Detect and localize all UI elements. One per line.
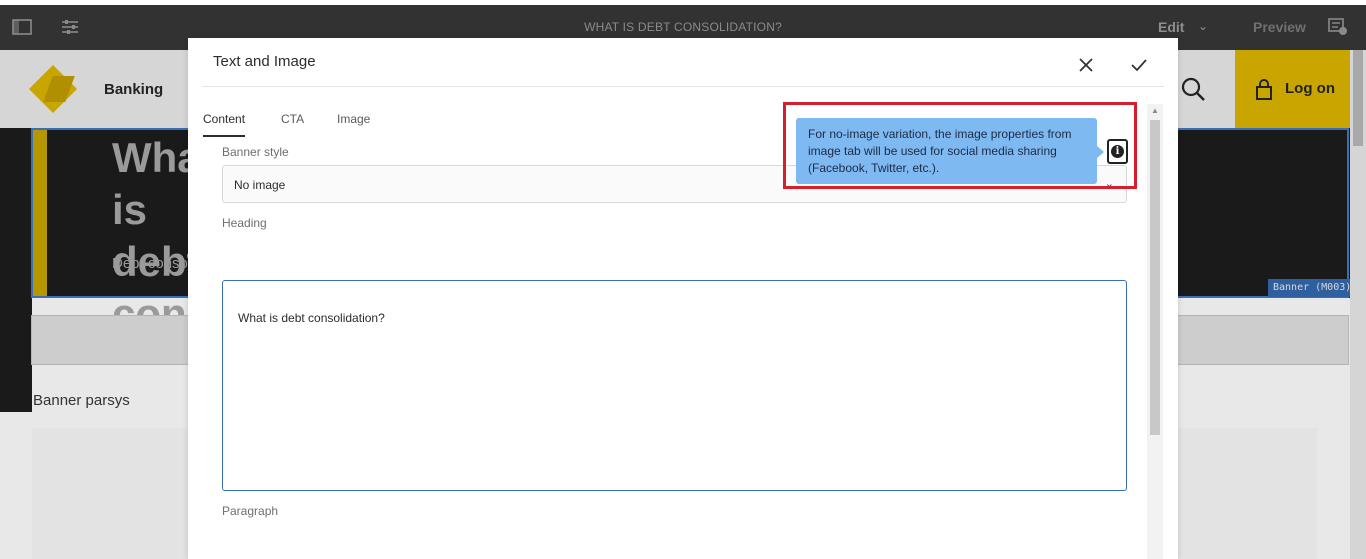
log-on-label: Log on (1285, 80, 1335, 97)
component-badge: Banner (M003) (1268, 279, 1357, 297)
dialog-scrollbar[interactable]: ▲ (1147, 104, 1163, 559)
confirm-check-icon[interactable] (1128, 54, 1150, 76)
highlight-annotation (783, 102, 1137, 189)
heading-value: What is debt consolidation? (238, 311, 385, 325)
paragraph-label: Paragraph (222, 504, 279, 518)
scroll-up-icon[interactable]: ▲ (1151, 106, 1159, 115)
dialog-scrollbar-thumb[interactable] (1150, 120, 1160, 435)
close-icon[interactable] (1075, 54, 1097, 76)
chevron-down-icon[interactable]: ⌄ (1198, 19, 1208, 33)
dialog-divider (202, 86, 1164, 87)
heading-field[interactable]: What is debt consolidation? (222, 280, 1127, 491)
annotations-icon[interactable] (1328, 18, 1350, 38)
parsys-label: Banner parsys (33, 392, 130, 409)
heading-label: Heading (222, 216, 267, 230)
brand-name: Banking (104, 81, 164, 98)
tab-image[interactable]: Image (337, 112, 370, 135)
banner-style-value: No image (234, 178, 286, 192)
search-icon[interactable] (1180, 76, 1206, 102)
tab-content[interactable]: Content (203, 112, 246, 137)
preview-button[interactable]: Preview (1253, 19, 1306, 35)
edit-mode-button[interactable]: Edit (1158, 19, 1184, 35)
tab-cta[interactable]: CTA (281, 112, 304, 135)
page-scrollbar-thumb[interactable] (1353, 50, 1363, 146)
page-scrollbar[interactable] (1350, 50, 1366, 559)
banner-style-label: Banner style (222, 145, 289, 159)
log-on-button[interactable]: Log on (1235, 50, 1350, 128)
dialog-title: Text and Image (213, 53, 316, 70)
lock-icon (1255, 78, 1273, 100)
banner-left-strip (0, 298, 32, 412)
